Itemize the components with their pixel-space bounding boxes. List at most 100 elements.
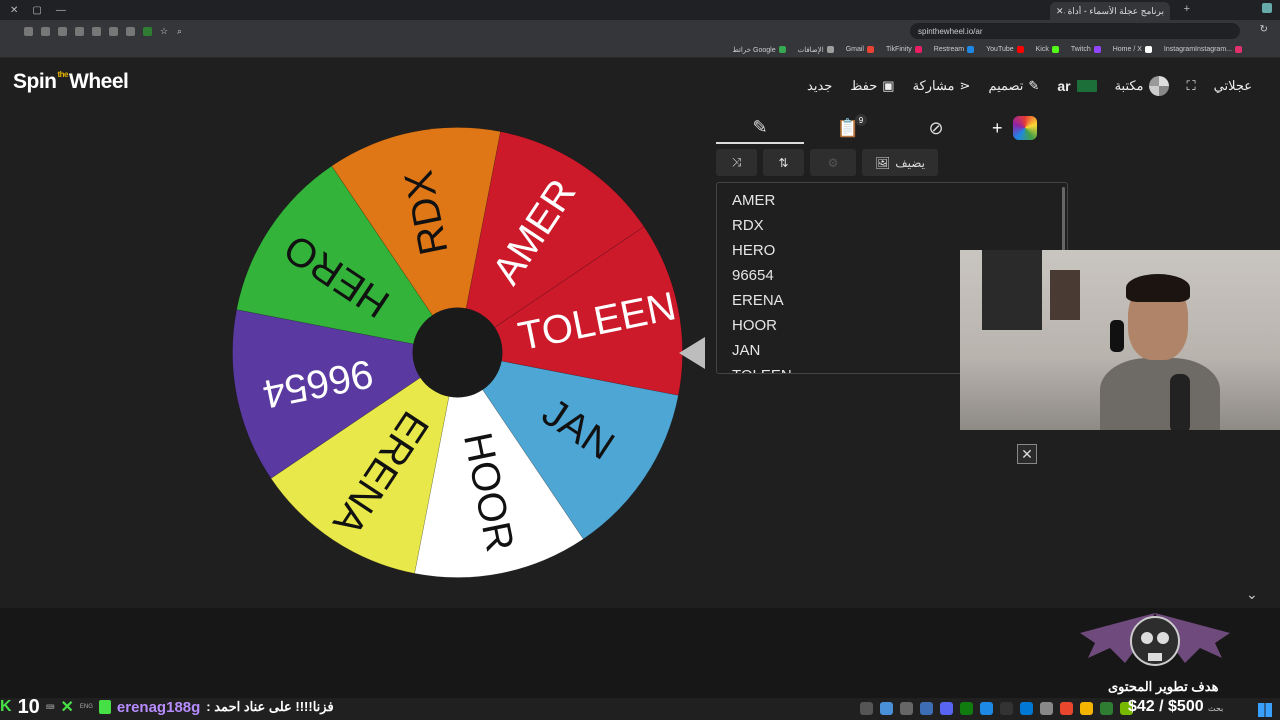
fullscreen-button[interactable]: ⛶ <box>1187 78 1196 94</box>
extension-icon[interactable] <box>109 26 118 36</box>
nav-save[interactable]: ▣ حفظ <box>850 78 894 94</box>
bookmark-favicon-icon <box>1016 46 1024 53</box>
taskbar-app-icon[interactable] <box>880 702 893 715</box>
extension-icon[interactable] <box>75 26 84 36</box>
close-icon[interactable]: ✕ <box>1017 444 1037 464</box>
url-text: spinthewheel.io/ar <box>918 26 983 36</box>
bookmark-label: الإضافات <box>797 46 824 54</box>
share-icon: ⋖ <box>959 78 971 93</box>
bookmark-item[interactable]: خرائط Google <box>732 46 786 54</box>
image-icon: 🖼 <box>874 155 891 170</box>
reload-icon[interactable]: ↻ <box>1260 24 1268 35</box>
extension-icon[interactable] <box>24 26 33 36</box>
bookmark-label: InstagramInstagram... <box>1163 46 1232 53</box>
wheel-hub[interactable] <box>412 307 503 398</box>
taskbar-app-icon[interactable] <box>1040 702 1053 715</box>
tab-title: برنامج عجلة الأسماء - أداة مخصصة <box>1064 5 1164 16</box>
nav-my-wheels[interactable]: عجلاتي <box>1214 78 1252 94</box>
bookmark-item[interactable]: Home / X <box>1113 46 1152 53</box>
taskbar-app-icon[interactable] <box>860 702 873 715</box>
taskbar-app-icon[interactable] <box>940 702 953 715</box>
extension-icon[interactable] <box>41 26 50 36</box>
scrollbar[interactable] <box>1062 187 1065 257</box>
nav-share[interactable]: ⋖ مشاركة <box>913 78 971 94</box>
tab-hide[interactable]: ⊘ <box>892 112 980 144</box>
taskbar-app-icon[interactable] <box>1000 702 1013 715</box>
tray-label: ENG <box>79 704 93 710</box>
taskbar-app-icon[interactable] <box>960 702 973 715</box>
language-selector[interactable]: ar <box>1057 78 1097 94</box>
nav-new[interactable]: جديد <box>807 78 832 94</box>
spin-wheel[interactable]: AMERTOLEENJANHOORERENA96654HERORDX <box>230 125 685 580</box>
entry-line: RDX <box>732 217 764 234</box>
close-window-icon[interactable]: ✕ <box>10 5 18 16</box>
bookmark-favicon-icon <box>1093 46 1101 53</box>
logo-text: Spin <box>13 70 57 93</box>
settings-button[interactable]: ⚙ <box>810 149 856 176</box>
extension-icon[interactable] <box>126 26 135 36</box>
screen: ✕ ▢ — + ✕ برنامج عجلة الأسماء - أداة مخص… <box>0 0 1280 720</box>
bookmark-item[interactable]: Twitch <box>1071 46 1101 53</box>
nav-label: عجلاتي <box>1213 78 1252 93</box>
nav-design[interactable]: ✎ تصميم <box>988 78 1039 94</box>
address-bar[interactable]: spinthewheel.io/ar <box>910 23 1240 39</box>
nav-label: حفظ <box>850 78 878 93</box>
star-icon[interactable]: ☆ <box>160 26 169 36</box>
sort-button[interactable]: ⇅ <box>763 149 804 176</box>
add-image-label: يضيف <box>895 155 926 170</box>
bookmark-item[interactable]: TikFinity <box>886 46 922 53</box>
nav-library[interactable]: مكتبة <box>1115 76 1169 96</box>
plus-icon[interactable]: + <box>992 118 1003 139</box>
bookmark-item[interactable]: Restream <box>934 46 975 53</box>
bookmark-label: Home / X <box>1112 46 1142 53</box>
nav-label: مكتبة <box>1114 78 1144 93</box>
extension-icon[interactable] <box>92 26 101 36</box>
bookmark-item[interactable]: Gmail <box>846 46 874 53</box>
windows-start-icon[interactable] <box>1258 703 1272 717</box>
taskbar-app-icon[interactable] <box>900 702 913 715</box>
taskbar-app-icon[interactable] <box>1100 702 1113 715</box>
taskbar-app-icon[interactable] <box>1020 702 1033 715</box>
microphone <box>1170 374 1190 430</box>
entry-actions: ⤨ ⇅ ⚙ 🖼 يضيف <box>716 149 938 176</box>
bookmark-favicon-icon <box>1144 46 1152 53</box>
streamer-hair <box>1126 274 1190 302</box>
gear-icon: ⚙ <box>827 155 839 170</box>
chat-overlay: K 10 ⌨ ✕ ENG erenag188g فزنا!!!! على عنا… <box>0 694 334 720</box>
extension-icon[interactable] <box>143 26 152 36</box>
shuffle-button[interactable]: ⤨ <box>716 149 757 176</box>
flag-icon <box>1076 80 1097 92</box>
color-palette-icon[interactable] <box>1012 116 1037 140</box>
bookmark-item[interactable]: Kick <box>1036 46 1059 53</box>
search-icon[interactable]: ⌕ <box>177 26 186 36</box>
minimize-window-icon[interactable]: — <box>56 5 66 16</box>
goal-label: هدف تطوير المحتوى <box>1108 679 1219 694</box>
new-tab-icon[interactable]: + <box>1184 3 1190 15</box>
bookmark-favicon-icon <box>826 46 834 53</box>
bookmark-item[interactable]: YouTube <box>986 46 1024 53</box>
taskbar-app-icon[interactable] <box>920 702 933 715</box>
window-controls: ✕ ▢ — <box>0 5 66 16</box>
site-logo[interactable]: SpintheWheel <box>13 70 129 94</box>
bookmark-item[interactable]: الإضافات <box>798 46 834 54</box>
chat-badge-icon <box>98 700 111 714</box>
bookmark-favicon-icon <box>1235 46 1242 53</box>
bookmark-favicon-icon <box>914 46 922 53</box>
chevron-down-icon[interactable]: ⌄ <box>1246 586 1258 603</box>
wall-poster <box>1050 270 1080 320</box>
taskbar-search[interactable]: بحث <box>1208 704 1223 713</box>
browser-tab[interactable]: ✕ برنامج عجلة الأسماء - أداة مخصصة <box>1050 2 1170 20</box>
bookmark-item[interactable]: InstagramInstagram... <box>1164 46 1242 53</box>
tab-close-icon[interactable]: ✕ <box>1056 6 1064 17</box>
maximize-window-icon[interactable]: ▢ <box>32 5 41 16</box>
viewer-counter: 10 <box>17 695 40 718</box>
taskbar-app-icon[interactable] <box>1060 702 1073 715</box>
webcam-feed <box>960 250 1280 430</box>
tab-edit[interactable]: ✎ <box>716 112 804 144</box>
wheel-pointer <box>679 337 705 369</box>
tab-results[interactable]: 📋 9 <box>804 112 892 144</box>
taskbar-app-icon[interactable] <box>980 702 993 715</box>
extension-icon[interactable] <box>58 26 67 36</box>
taskbar-app-icon[interactable] <box>1080 702 1093 715</box>
add-image-button[interactable]: 🖼 يضيف <box>862 149 938 176</box>
